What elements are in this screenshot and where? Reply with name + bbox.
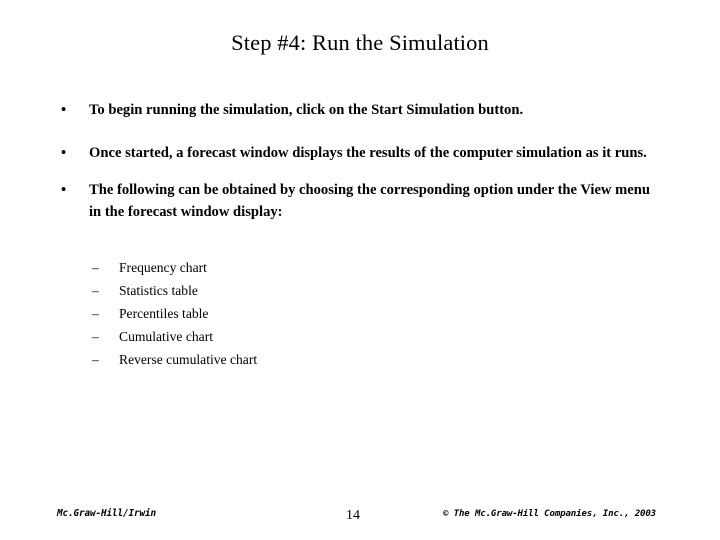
sub-bullet-label: Percentiles table	[119, 306, 209, 321]
sub-bullet-list: – Frequency chart – Statistics table – P…	[0, 256, 720, 371]
bullet-marker-icon: •	[61, 144, 67, 161]
bullet-item-2: • Once started, a forecast window displa…	[0, 143, 720, 165]
dash-marker-icon: –	[92, 352, 99, 367]
dash-marker-icon: –	[92, 283, 99, 298]
footer-publisher: Mc.Graw-Hill/Irwin	[57, 508, 156, 519]
bullet-item-1: • To begin running the simulation, click…	[0, 100, 720, 122]
sub-bullet-label: Frequency chart	[119, 260, 207, 275]
sub-bullet-label: Cumulative chart	[119, 329, 213, 344]
slide-canvas: Step #4: Run the Simulation • To begin r…	[0, 0, 720, 540]
bullet-text-3: The following can be obtained by choosin…	[89, 182, 650, 220]
bullet-marker-icon: •	[61, 182, 67, 198]
sub-bullet-label: Statistics table	[119, 283, 198, 298]
bullet-text-1: To begin running the simulation, click o…	[89, 102, 524, 118]
page-title: Step #4: Run the Simulation	[231, 30, 489, 55]
dash-marker-icon: –	[92, 306, 99, 321]
sub-bullet-item-statistics-table: – Statistics table	[0, 279, 720, 302]
sub-bullet-item-reverse-cumulative-chart: – Reverse cumulative chart	[0, 348, 720, 371]
bullet-item-3: • The following can be obtained by choos…	[0, 180, 720, 223]
footer-copyright: © The Mc.Graw-Hill Companies, Inc., 2003	[443, 509, 656, 519]
bullet-marker-icon: •	[61, 102, 67, 118]
sub-bullet-item-cumulative-chart: – Cumulative chart	[0, 325, 720, 348]
dash-marker-icon: –	[92, 260, 99, 275]
bullet-list: • To begin running the simulation, click…	[0, 100, 720, 227]
sub-bullet-label: Reverse cumulative chart	[119, 352, 258, 367]
sub-bullet-item-frequency-chart: – Frequency chart	[0, 256, 720, 279]
footer-page-number: 14	[346, 508, 360, 523]
sub-bullet-item-percentiles-table: – Percentiles table	[0, 302, 720, 325]
dash-marker-icon: –	[92, 329, 99, 344]
bullet-text-2: Once started, a forecast window displays…	[89, 144, 647, 161]
